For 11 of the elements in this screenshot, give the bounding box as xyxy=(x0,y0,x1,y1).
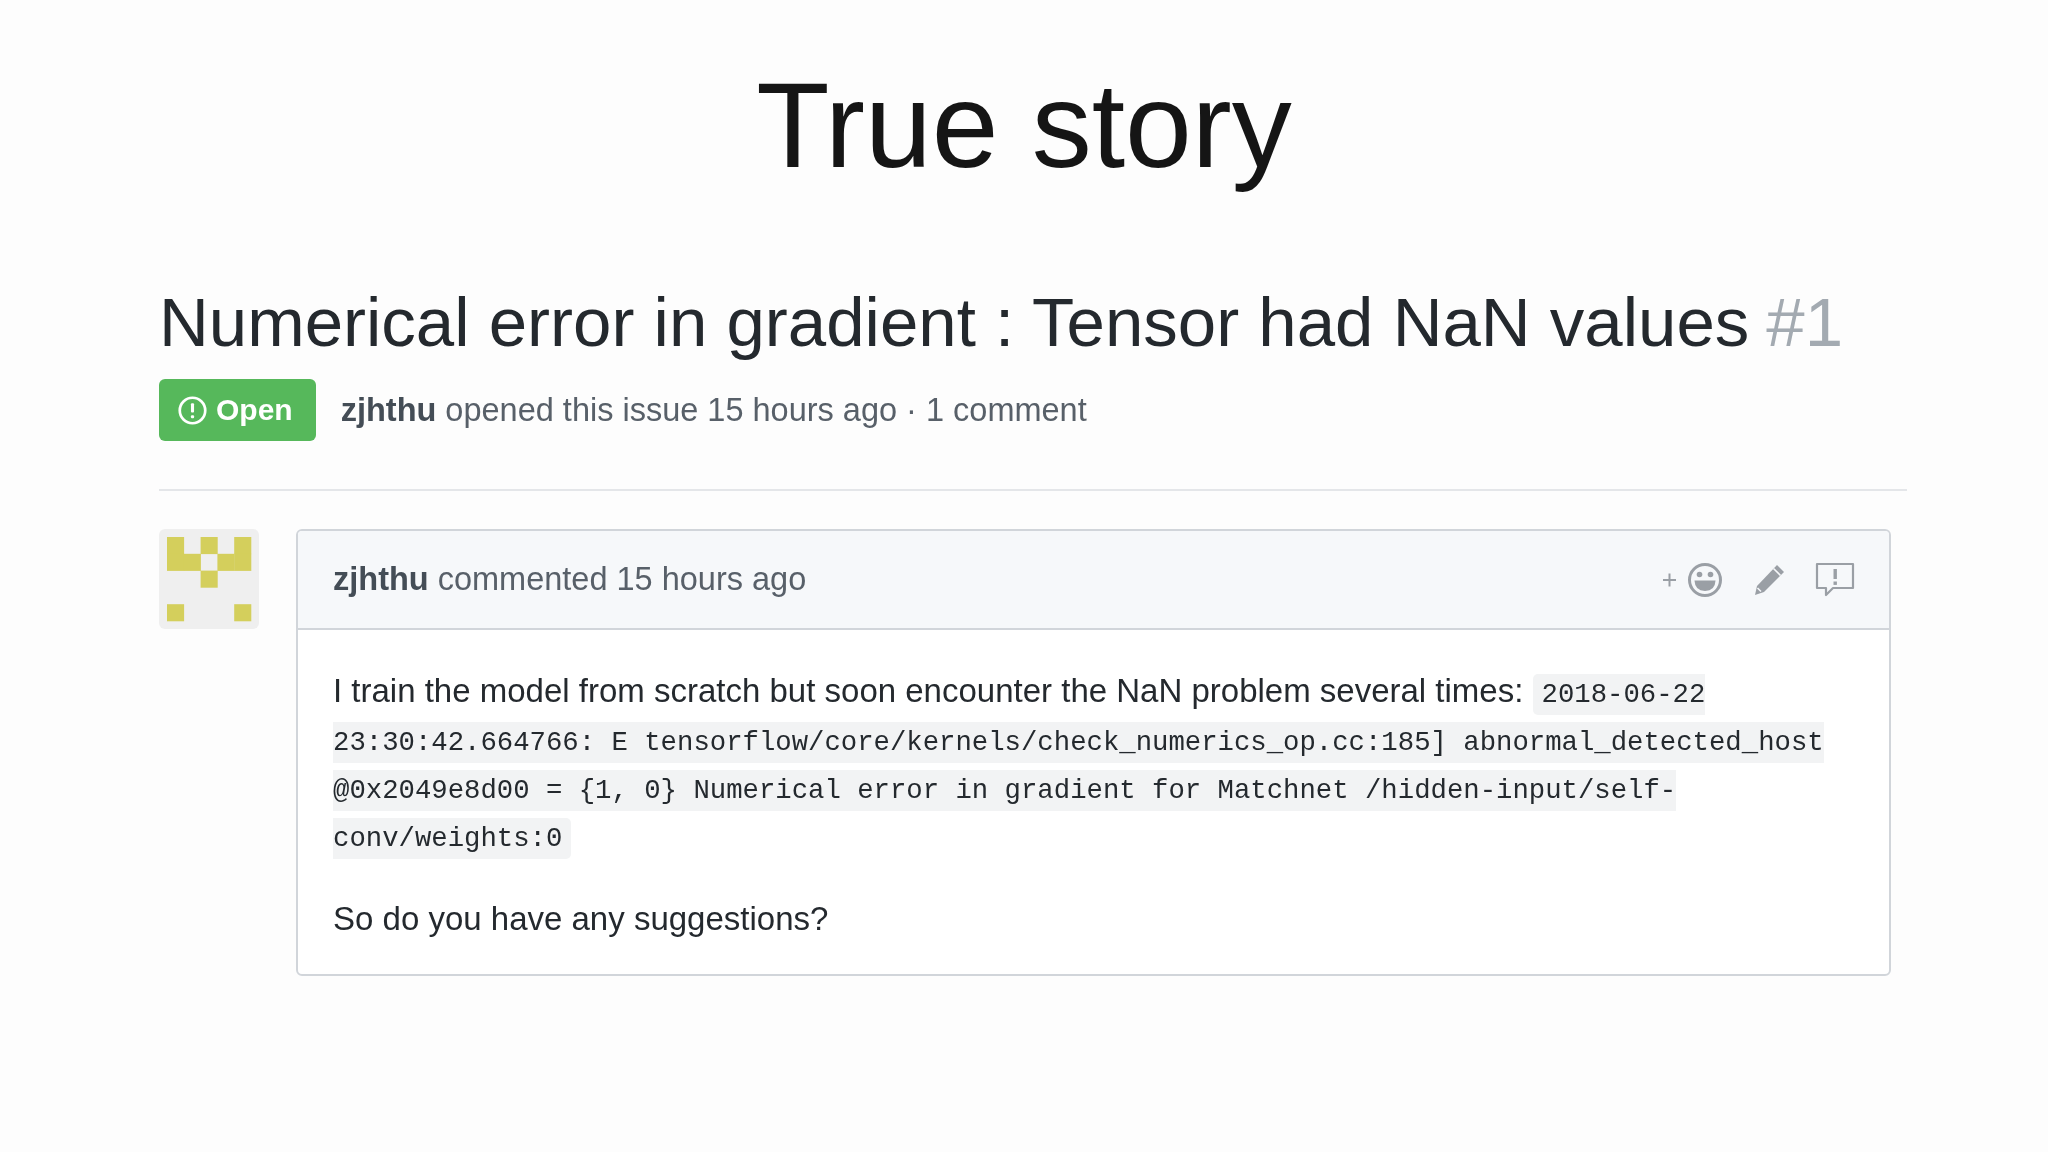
comment-text: So do you have any suggestions? xyxy=(333,899,830,939)
pencil-icon[interactable] xyxy=(1752,562,1786,597)
slide-title: True story xyxy=(756,57,1292,194)
comment-meta: zjhthu commented 15 hours ago xyxy=(333,561,808,598)
exclamation-circle-icon xyxy=(178,395,207,425)
issue-number: #1 xyxy=(1766,283,1844,363)
issue-meta: zjhthu opened this issue 15 hours ago · 1 comment xyxy=(340,391,1087,429)
issue-state-label: Open xyxy=(216,395,293,425)
issue-title: Numerical error in gradient : Tensor had NaN values xyxy=(159,283,1750,363)
report-speech-bubble-icon[interactable] xyxy=(1815,561,1855,598)
add-reaction-smiley-icon[interactable] xyxy=(1661,561,1723,598)
